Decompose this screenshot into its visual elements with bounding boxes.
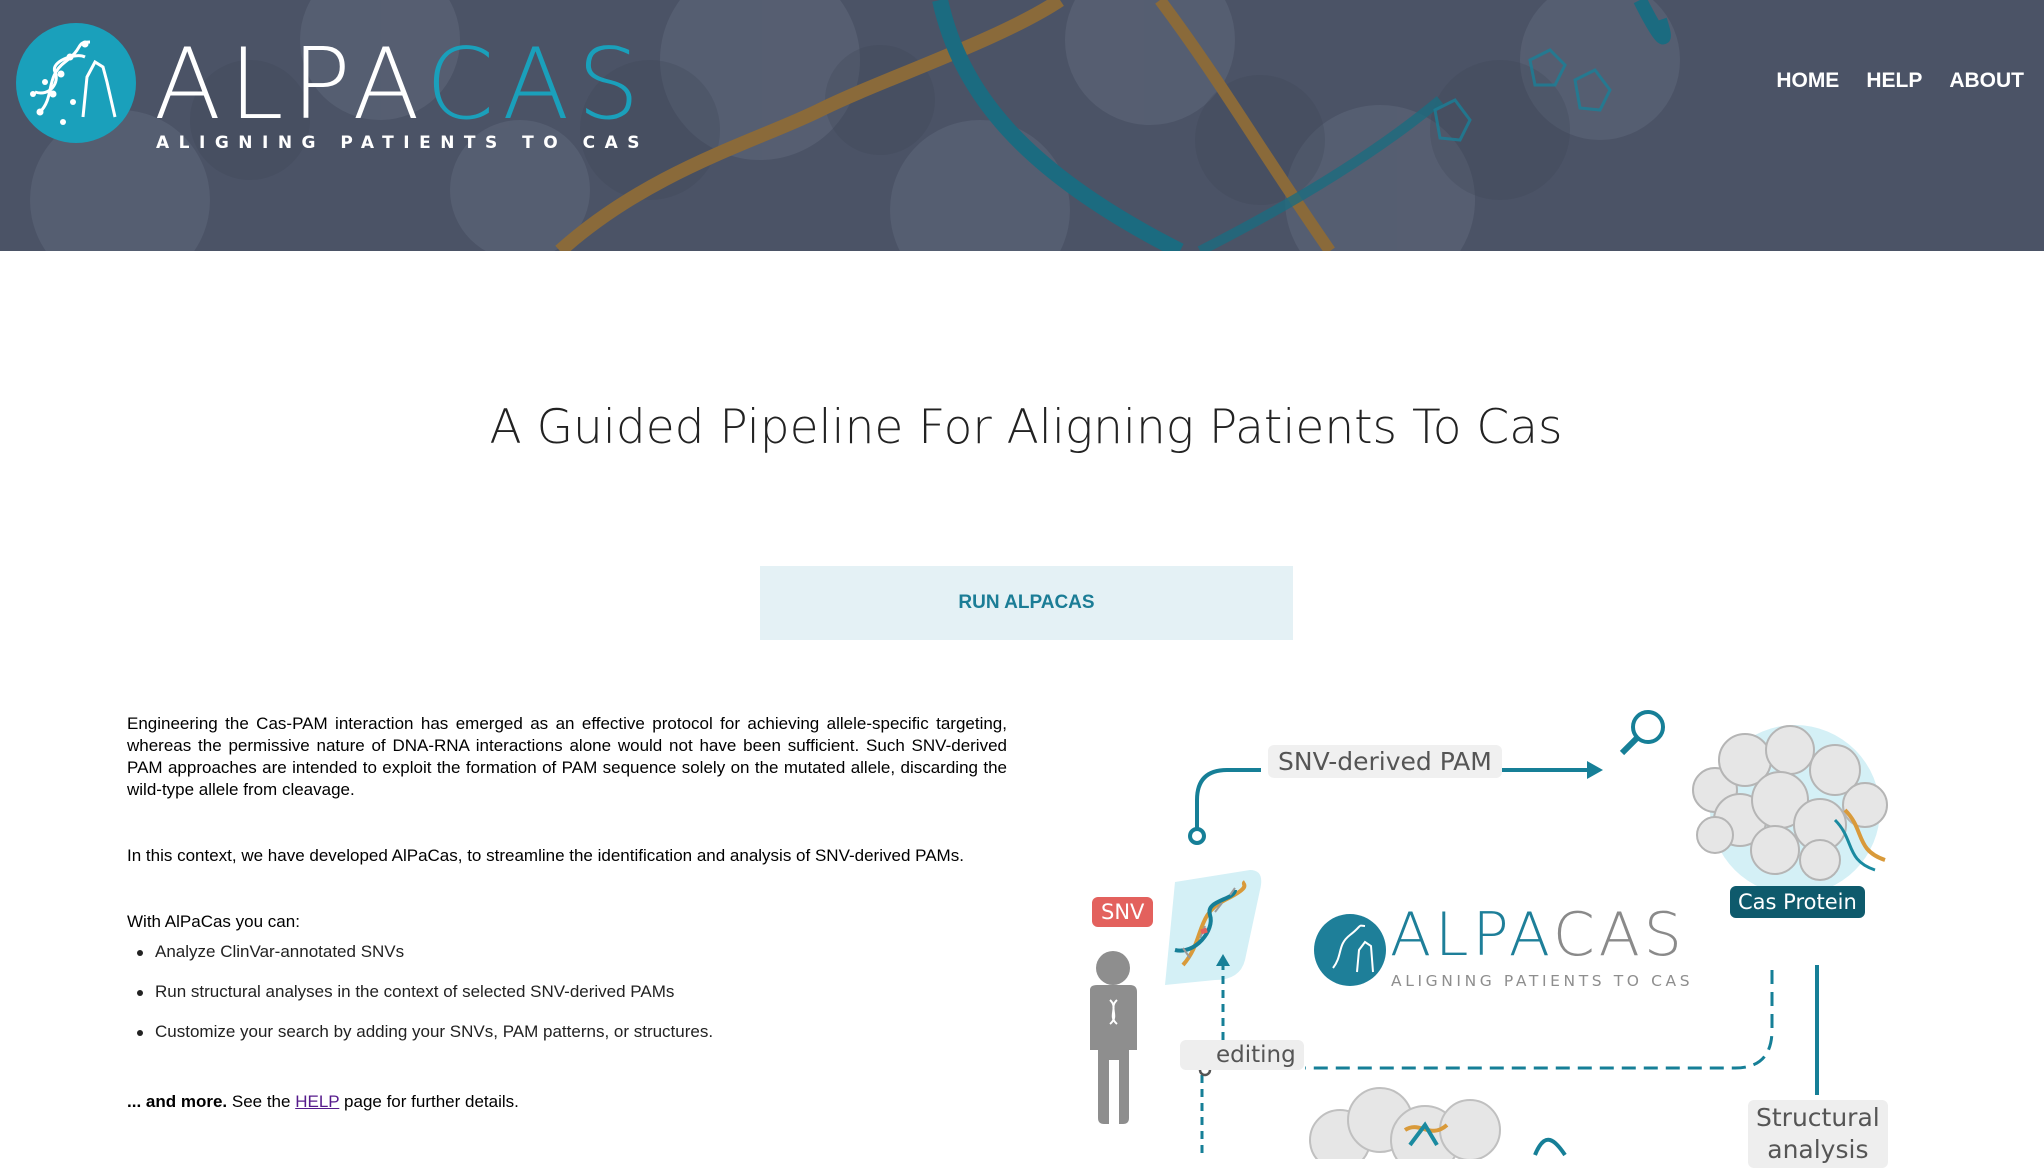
structural-line-1: Structural — [1756, 1103, 1880, 1132]
logo-tagline: ALIGNING PATIENTS TO CAS — [156, 133, 650, 153]
nav-about-link[interactable]: ABOUT — [1949, 69, 2024, 93]
features-lead: With AlPaCas you can: — [127, 912, 300, 931]
logo-dna-icon — [16, 23, 136, 143]
more-post-text: page for further details. — [339, 1092, 519, 1111]
pipeline-diagram: SNV-derived PAM SNV Cas Protein editing … — [1075, 700, 1975, 1168]
page-title: A Guided Pipeline For Aligning Patients … — [489, 400, 1563, 455]
site-logo[interactable]: ALPACAS ALIGNING PATIENTS TO CAS — [15, 22, 640, 153]
snv-badge: SNV — [1092, 897, 1154, 927]
editing-label: editing — [1180, 1040, 1304, 1070]
diagram-logo-wordmark: ALPACAS — [1390, 900, 1686, 970]
more-bold: ... and more. — [127, 1092, 228, 1111]
site-header: ALPACAS ALIGNING PATIENTS TO CAS HOME HE… — [0, 0, 2044, 251]
person-icon — [1090, 951, 1137, 1124]
diagram-logo-tagline: ALIGNING PATIENTS TO CAS — [1391, 972, 1694, 990]
nav-help-link[interactable]: HELP — [1866, 69, 1922, 93]
logo-word-part2: CAS — [425, 28, 648, 142]
diagram-logo-part2: CAS — [1552, 900, 1686, 970]
more-paragraph: ... and more. See the HELP page for furt… — [127, 1091, 1007, 1113]
list-item: Analyze ClinVar-annotated SNVs — [127, 941, 1007, 963]
features-list: Analyze ClinVar-annotated SNVs Run struc… — [127, 941, 1007, 1043]
nav-home-link[interactable]: HOME — [1776, 69, 1839, 93]
snv-derived-pam-label: SNV-derived PAM — [1268, 745, 1502, 778]
context-paragraph: In this context, we have developed AlPaC… — [127, 846, 964, 865]
help-link[interactable]: HELP — [295, 1092, 339, 1111]
run-alpacas-button[interactable]: RUN ALPACAS — [760, 566, 1293, 640]
more-pre-text: See the — [227, 1092, 296, 1111]
logo-word-part1: ALPA — [154, 28, 426, 142]
main-nav: HOME HELP ABOUT — [1776, 69, 2024, 93]
description-section: Engineering the Cas-PAM interaction has … — [127, 713, 1007, 1157]
cas-protein-badge: Cas Protein — [1730, 886, 1865, 918]
list-item: Customize your search by adding your SNV… — [127, 1021, 1007, 1043]
intro-paragraph: Engineering the Cas-PAM interaction has … — [127, 714, 1007, 799]
diagram-logo-part1: ALPA — [1390, 900, 1553, 970]
editing-text: editing — [1216, 1042, 1296, 1068]
structural-analysis-label: Structural analysis — [1748, 1100, 1888, 1168]
list-item: Run structural analyses in the context o… — [127, 981, 1007, 1003]
logo-wordmark: ALPACAS — [154, 30, 647, 140]
structural-line-2: analysis — [1767, 1135, 1869, 1164]
